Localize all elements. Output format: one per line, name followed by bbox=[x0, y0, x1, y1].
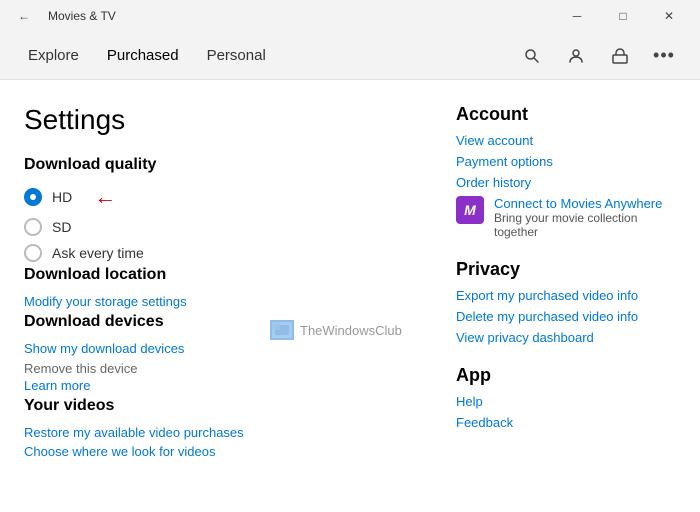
movies-anywhere-subtitle: Bring your movie collection together bbox=[494, 211, 676, 239]
nav-links: Explore Purchased Personal bbox=[16, 39, 278, 72]
store-button[interactable] bbox=[600, 36, 640, 76]
radio-hd-circle bbox=[24, 188, 42, 206]
title-bar-title: Movies & TV bbox=[48, 9, 116, 23]
account-icon bbox=[568, 48, 584, 64]
your-videos-title: Your videos bbox=[24, 397, 416, 415]
movies-anywhere-item[interactable]: M Connect to Movies Anywhere Bring your … bbox=[456, 196, 676, 239]
order-history-link[interactable]: Order history bbox=[456, 175, 676, 190]
store-icon bbox=[612, 48, 628, 64]
page-title: Settings bbox=[24, 104, 416, 136]
feedback-link[interactable]: Feedback bbox=[456, 415, 676, 430]
privacy-section: Privacy Export my purchased video info D… bbox=[456, 259, 676, 345]
title-bar: ← Movies & TV ─ □ ✕ bbox=[0, 0, 700, 32]
radio-group-quality: HD ← SD Ask every time bbox=[24, 184, 416, 262]
left-column: Settings Download quality HD ← SD bbox=[24, 104, 416, 496]
delete-video-info-link[interactable]: Delete my purchased video info bbox=[456, 309, 676, 324]
radio-hd-label: HD bbox=[52, 189, 72, 205]
red-arrow-icon: ← bbox=[94, 184, 116, 209]
arrow-annotation: ← bbox=[94, 184, 116, 210]
nav-personal[interactable]: Personal bbox=[195, 39, 278, 72]
title-bar-controls: ─ □ ✕ bbox=[554, 0, 692, 32]
main-wrapper: Settings Download quality HD ← SD bbox=[0, 80, 700, 512]
search-button[interactable] bbox=[512, 36, 552, 76]
download-quality-section: Download quality HD ← SD bbox=[24, 156, 416, 266]
nav-bar: Explore Purchased Personal ••• bbox=[0, 32, 700, 80]
watermark: TheWindowsClub bbox=[270, 320, 402, 340]
view-account-link[interactable]: View account bbox=[456, 133, 676, 148]
radio-sd-circle bbox=[24, 218, 42, 236]
your-videos-section: Your videos Restore my available video p… bbox=[24, 397, 416, 463]
more-button[interactable]: ••• bbox=[644, 36, 684, 76]
watermark-icon bbox=[270, 320, 294, 340]
app-title: App bbox=[456, 365, 676, 386]
movies-anywhere-icon: M bbox=[456, 196, 484, 224]
privacy-dashboard-link[interactable]: View privacy dashboard bbox=[456, 330, 676, 345]
maximize-icon: □ bbox=[619, 9, 626, 23]
help-link[interactable]: Help bbox=[456, 394, 676, 409]
modify-storage-link[interactable]: Modify your storage settings bbox=[24, 294, 416, 309]
watermark-text: TheWindowsClub bbox=[300, 323, 402, 338]
remove-device-text: Remove this device bbox=[24, 361, 137, 376]
radio-sd[interactable]: SD bbox=[24, 218, 416, 236]
radio-hd[interactable]: HD ← bbox=[24, 184, 416, 210]
show-download-devices-link[interactable]: Show my download devices bbox=[24, 341, 416, 356]
nav-icons: ••• bbox=[512, 36, 684, 76]
privacy-title: Privacy bbox=[456, 259, 676, 280]
download-location-title: Download location bbox=[24, 266, 416, 284]
right-column: Account View account Payment options Ord… bbox=[456, 104, 676, 496]
close-icon: ✕ bbox=[664, 9, 674, 23]
movies-anywhere-text: Connect to Movies Anywhere Bring your mo… bbox=[494, 196, 676, 239]
close-button[interactable]: ✕ bbox=[646, 0, 692, 32]
title-bar-left: ← Movies & TV bbox=[8, 0, 116, 32]
restore-purchases-link[interactable]: Restore my available video purchases bbox=[24, 425, 416, 440]
back-button[interactable]: ← bbox=[8, 0, 40, 32]
maximize-button[interactable]: □ bbox=[600, 0, 646, 32]
nav-explore[interactable]: Explore bbox=[16, 39, 91, 72]
search-icon bbox=[524, 48, 540, 64]
movies-anywhere-title[interactable]: Connect to Movies Anywhere bbox=[494, 196, 676, 211]
download-location-section: Download location Modify your storage se… bbox=[24, 266, 416, 313]
radio-sd-label: SD bbox=[52, 219, 71, 235]
learn-more-link[interactable]: Learn more bbox=[24, 378, 416, 393]
account-button[interactable] bbox=[556, 36, 596, 76]
radio-ask-label: Ask every time bbox=[52, 245, 144, 261]
radio-ask-circle bbox=[24, 244, 42, 262]
back-icon: ← bbox=[18, 9, 30, 23]
download-quality-title: Download quality bbox=[24, 156, 416, 174]
minimize-icon: ─ bbox=[573, 9, 582, 23]
radio-ask-every-time[interactable]: Ask every time bbox=[24, 244, 416, 262]
account-section: Account View account Payment options Ord… bbox=[456, 104, 676, 239]
choose-location-link[interactable]: Choose where we look for videos bbox=[24, 444, 416, 459]
app-section: App Help Feedback bbox=[456, 365, 676, 430]
payment-options-link[interactable]: Payment options bbox=[456, 154, 676, 169]
minimize-button[interactable]: ─ bbox=[554, 0, 600, 32]
main-content: Settings Download quality HD ← SD bbox=[0, 80, 700, 512]
account-title: Account bbox=[456, 104, 676, 125]
more-icon: ••• bbox=[653, 45, 675, 66]
nav-purchased[interactable]: Purchased bbox=[95, 39, 191, 72]
export-video-info-link[interactable]: Export my purchased video info bbox=[456, 288, 676, 303]
